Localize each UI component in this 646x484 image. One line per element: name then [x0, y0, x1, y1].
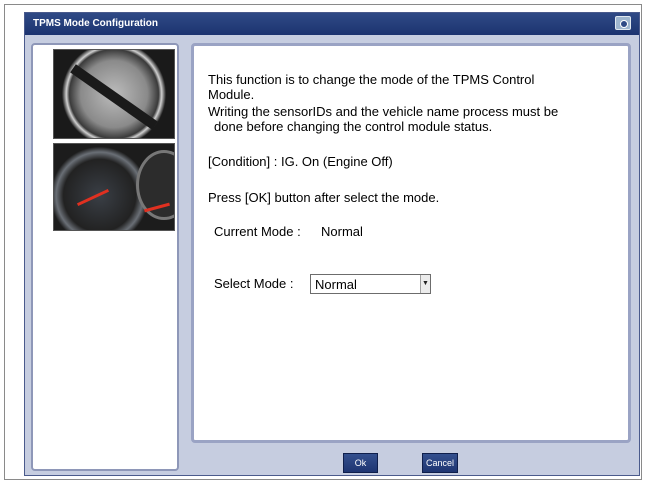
tachometer-needle: [76, 188, 110, 207]
current-mode-label: Current Mode :: [214, 224, 301, 239]
description-line-2: Module.: [208, 87, 255, 102]
cancel-button[interactable]: Cancel: [422, 453, 458, 473]
current-mode-value: Normal: [321, 224, 363, 239]
condition-text: [Condition] : IG. On (Engine Off): [208, 154, 393, 169]
window-titlebar: TPMS Mode Configuration: [25, 13, 639, 35]
select-mode-dropdown[interactable]: Normal ▼: [310, 274, 431, 294]
info-panel: This function is to change the mode of t…: [191, 43, 631, 443]
select-mode-value: Normal: [315, 277, 357, 292]
select-mode-label: Select Mode :: [214, 276, 294, 291]
speedometer-dial: [136, 150, 174, 220]
window-title: TPMS Mode Configuration: [33, 18, 158, 29]
instruction-text: Press [OK] button after select the mode.: [208, 190, 440, 205]
tpms-mode-window: TPMS Mode Configuration This function is…: [24, 12, 640, 476]
ok-button[interactable]: Ok: [343, 453, 378, 473]
description-line-1: This function is to change the mode of t…: [208, 72, 535, 87]
description-line-4: done before changing the control module …: [214, 119, 493, 134]
image-panel: [31, 43, 179, 471]
description-line-3: Writing the sensorIDs and the vehicle na…: [208, 104, 559, 119]
instrument-cluster-image: [53, 143, 175, 231]
ignition-switch-image: [53, 49, 175, 139]
camera-icon[interactable]: [615, 16, 631, 30]
ignition-key-slot: [70, 64, 158, 130]
chevron-down-icon[interactable]: ▼: [420, 275, 430, 293]
